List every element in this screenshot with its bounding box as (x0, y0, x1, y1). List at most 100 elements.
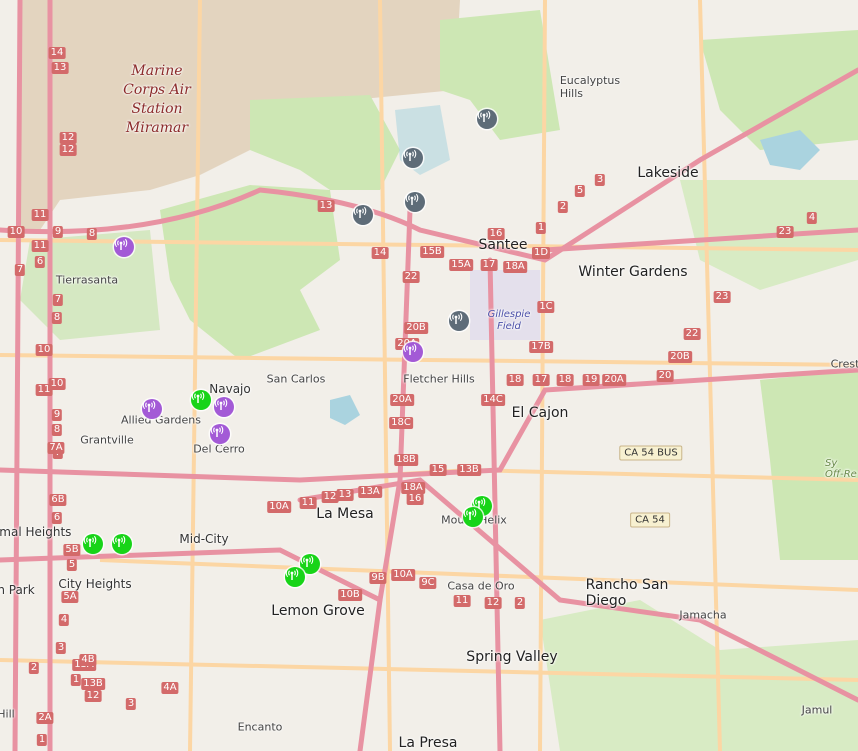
exit-number: 18 (506, 374, 524, 386)
map-marker-gray[interactable] (353, 205, 373, 225)
exit-number: 15B (420, 246, 444, 258)
place-label-navajo: Navajo (209, 382, 250, 396)
exit-number: 12 (484, 597, 502, 609)
place-label-line: Crest (830, 357, 858, 371)
exit-number: 3 (55, 642, 67, 654)
map-marker-gray[interactable] (449, 311, 469, 331)
map-marker-purple[interactable] (214, 397, 234, 417)
map-marker-purple[interactable] (403, 342, 423, 362)
wifi-signal-icon (353, 206, 367, 218)
place-label-line: Casa de Oro (447, 579, 515, 593)
place-label-miramar: Marine Corps Air Station Miramar (123, 62, 191, 138)
map-canvas[interactable]: Marine Corps Air Station Miramar Eucalyptus H… (0, 0, 858, 751)
place-label-line: Mid-City (179, 532, 229, 546)
place-label-encanto: Encanto (238, 721, 283, 734)
place-label-la-mesa: La Mesa (316, 506, 373, 522)
exit-number: 10 (7, 226, 25, 238)
exit-number: 10A (267, 501, 291, 513)
place-label-line: City Heights (58, 577, 132, 591)
place-label-line: Station (131, 101, 183, 117)
place-label-line: Jamul (801, 703, 833, 717)
exit-number: 10B (338, 589, 362, 601)
exit-number: 17 (532, 374, 550, 386)
exit-number: 20A (602, 374, 626, 386)
map-marker-green[interactable] (191, 390, 211, 410)
exit-number: 5A (61, 591, 79, 603)
exit-number: 14 (371, 247, 389, 259)
wifi-signal-icon (83, 535, 97, 547)
exit-number: 5 (574, 185, 586, 197)
map-marker-purple[interactable] (210, 424, 230, 444)
exit-number: 16 (487, 228, 505, 240)
place-label-normal-heights: rmal Heights (0, 525, 71, 539)
place-label-el-cajon: El Cajon (512, 405, 569, 421)
exit-number: 13 (336, 489, 354, 501)
place-label-tierrasanta: Tierrasanta (56, 274, 118, 287)
place-label-eucalyptus-hills: Eucalyptus Hills (560, 74, 620, 100)
exit-number: 14 (48, 47, 66, 59)
exit-number: 4A (161, 682, 179, 694)
park-mission-trails (160, 185, 340, 360)
exit-number: 6B (49, 494, 67, 506)
place-label-line: Sy (825, 458, 838, 469)
place-label-line: Corps Air (123, 82, 191, 98)
place-label-line: Spring Valley (466, 649, 558, 665)
map-marker-purple[interactable] (142, 399, 162, 419)
place-label-line: Rancho San (585, 577, 669, 593)
exit-number: 17 (480, 259, 498, 271)
map-marker-gray[interactable] (403, 148, 423, 168)
place-label-line: El Cajon (511, 405, 569, 421)
place-label-rancho-san-diego: Rancho San Diego (586, 577, 669, 609)
park-north (440, 10, 560, 140)
place-label-line: rmal Heights (0, 525, 72, 539)
exit-number: 23 (713, 291, 731, 303)
exit-number: 13A (358, 486, 382, 498)
place-label-line: Navajo (209, 382, 251, 396)
place-label-line: Field (497, 321, 521, 332)
wifi-signal-icon (300, 555, 314, 567)
place-label-crest: Crest (831, 358, 858, 371)
wifi-signal-icon (405, 193, 419, 205)
exit-number: 4 (58, 614, 70, 626)
exit-number: 2A (36, 712, 54, 724)
place-label-line: La Presa (398, 735, 458, 751)
exit-number: 14C (481, 394, 505, 406)
place-label-la-presa: La Presa (399, 735, 458, 751)
lake-murray (330, 395, 360, 425)
wifi-signal-icon (463, 508, 477, 520)
map-marker-purple[interactable] (114, 237, 134, 257)
exit-number: 19 (582, 374, 600, 386)
map-marker-green[interactable] (83, 534, 103, 554)
exit-number: 12 (84, 690, 102, 702)
wifi-signal-icon (214, 398, 228, 410)
wifi-signal-icon (285, 568, 299, 580)
wifi-signal-icon (191, 391, 205, 403)
place-label-park: n Park (0, 583, 35, 597)
map-marker-gray[interactable] (477, 109, 497, 129)
exit-number: 7 (14, 264, 26, 276)
map-marker-green[interactable] (463, 507, 483, 527)
place-label-mid-city: Mid-City (179, 532, 228, 546)
exit-number: 16 (406, 493, 424, 505)
place-label-line: Hills (559, 87, 584, 100)
route-shield-ca54: CA 54 (630, 512, 670, 528)
wifi-signal-icon (112, 535, 126, 547)
exit-number: 10A (391, 569, 415, 581)
place-label-line: Allied Gardens (121, 413, 201, 427)
place-label-allied-gardens: Allied Gardens (121, 414, 201, 427)
place-label-line: Encanto (237, 720, 283, 734)
wifi-signal-icon (449, 312, 463, 324)
exit-number: 18C (389, 417, 413, 429)
map-marker-gray[interactable] (405, 192, 425, 212)
place-label-line: Hill (0, 707, 15, 721)
exit-number: 17B (529, 341, 553, 353)
map-marker-green[interactable] (112, 534, 132, 554)
exit-number: 20A (390, 394, 414, 406)
park-west-sycamore (250, 95, 400, 190)
exit-number: 13 (51, 62, 69, 74)
place-label-del-cerro: Del Cerro (193, 443, 245, 456)
exit-number: 1 (70, 674, 82, 686)
map-marker-green[interactable] (285, 567, 305, 587)
exit-number: 18A (503, 261, 527, 273)
place-label-line: Miramar (125, 120, 189, 136)
